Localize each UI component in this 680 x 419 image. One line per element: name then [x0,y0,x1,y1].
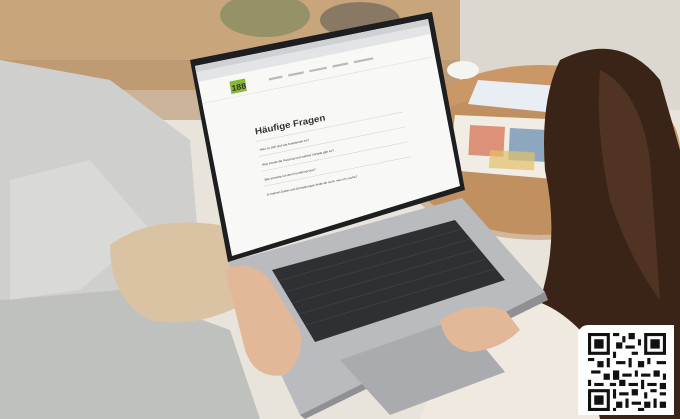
qr-code-box [578,325,674,415]
mouse-object [447,61,479,79]
qr-code-icon [588,333,666,411]
magazine-art-3 [489,150,535,171]
photo-stage: 188 Häufige Fragen Was ist 188 und wie f… [0,0,680,419]
